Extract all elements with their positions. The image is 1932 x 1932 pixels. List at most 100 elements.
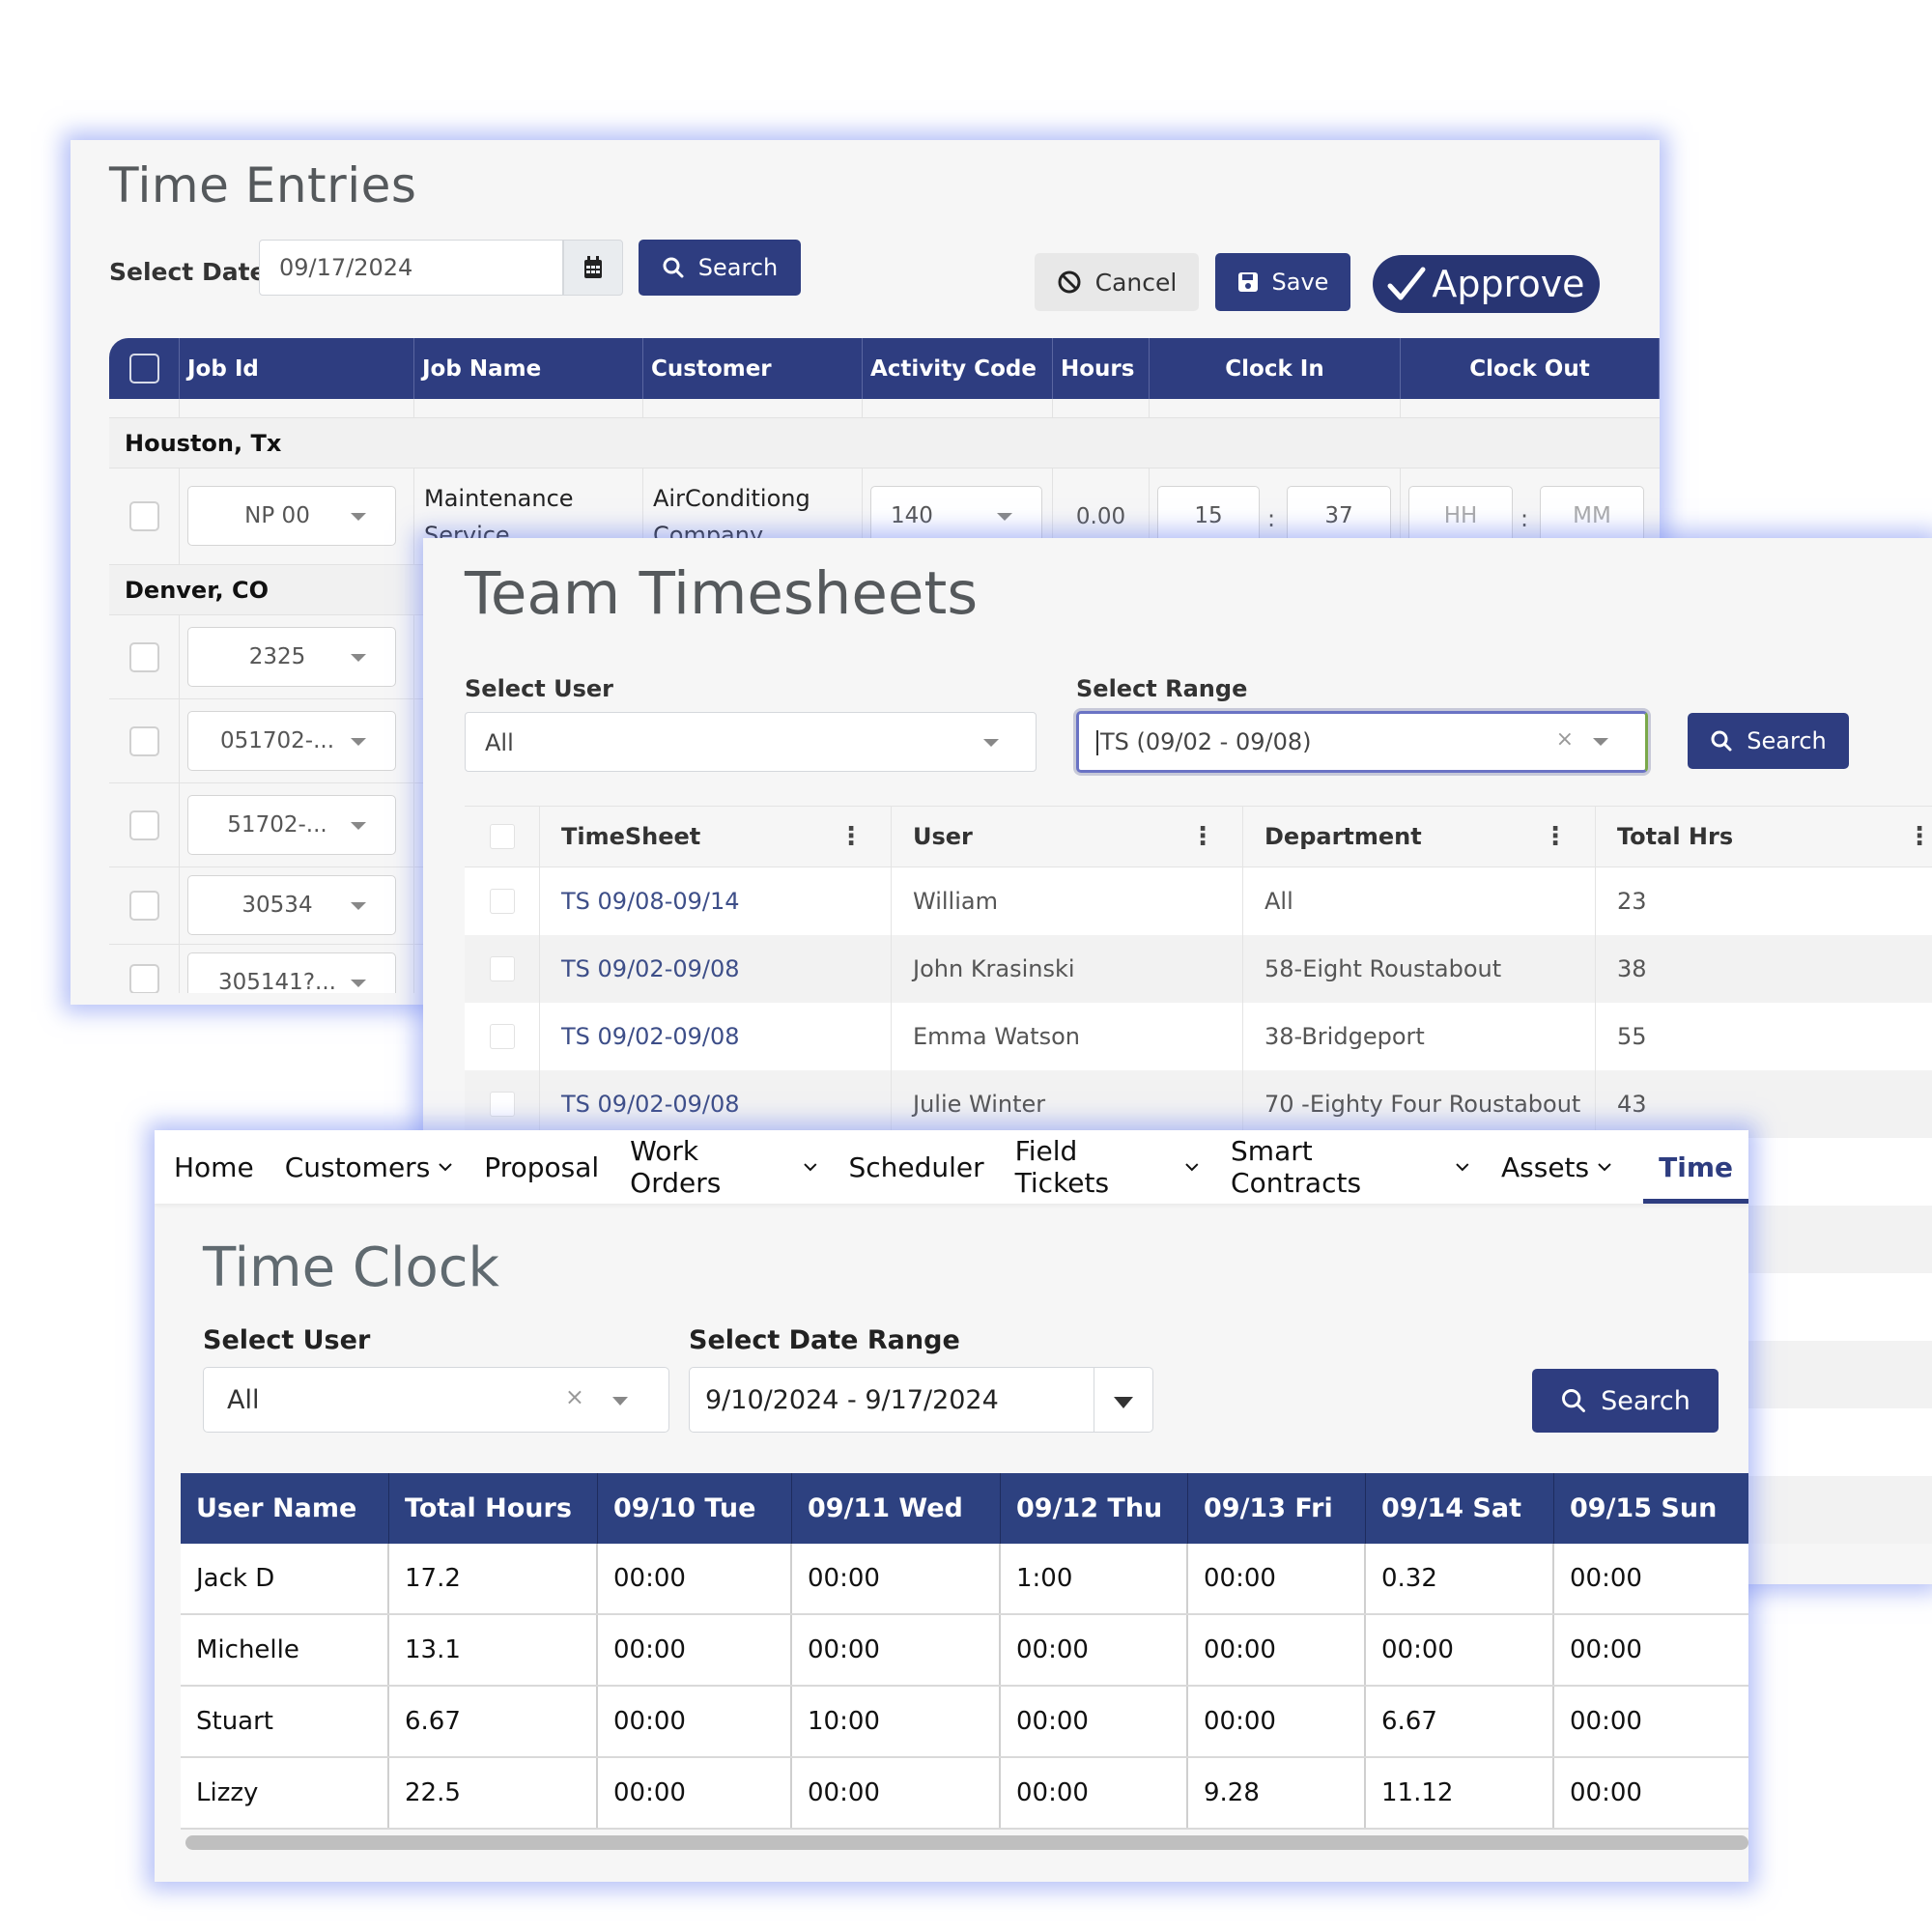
caret-down-icon bbox=[983, 739, 999, 747]
department: All bbox=[1243, 867, 1596, 935]
nav-item-time[interactable]: Time bbox=[1643, 1130, 1748, 1204]
save-icon bbox=[1237, 272, 1258, 292]
col-header-timesheet[interactable]: TimeSheet bbox=[561, 823, 700, 850]
clock-out-hour-input[interactable]: HH bbox=[1408, 486, 1513, 546]
caret-down-icon[interactable] bbox=[612, 1397, 628, 1406]
clock-out-minute-input[interactable]: MM bbox=[1540, 486, 1644, 546]
table-row: Lizzy 22.5 00:00 00:00 00:00 9.28 11.12 … bbox=[181, 1758, 1748, 1830]
caret-down-icon bbox=[997, 513, 1012, 521]
nav-item-smart-contracts[interactable]: Smart Contracts bbox=[1231, 1130, 1470, 1204]
select-user-dropdown[interactable]: All × bbox=[203, 1367, 669, 1433]
table-row[interactable]: TS 09/08-09/14 William All 23 bbox=[465, 867, 1932, 935]
col-header-total-hrs[interactable]: Total Hrs bbox=[1617, 823, 1733, 850]
row-checkbox[interactable] bbox=[128, 891, 159, 921]
nav-item-assets[interactable]: Assets bbox=[1501, 1130, 1612, 1204]
grid-header: Job Id Job Name Customer Activity Code H… bbox=[109, 338, 1660, 399]
search-button[interactable]: Search bbox=[1532, 1369, 1719, 1433]
col-header-job-name[interactable]: Job Name bbox=[414, 338, 643, 399]
day-hours: 00:00 bbox=[1570, 1564, 1642, 1593]
activity-code-select[interactable]: 140 bbox=[870, 486, 1042, 546]
row-checkbox[interactable] bbox=[489, 1024, 515, 1049]
search-button[interactable]: Search bbox=[1688, 713, 1849, 769]
timesheet-link[interactable]: TS 09/02-09/08 bbox=[540, 935, 892, 1003]
col-header-user[interactable]: User bbox=[913, 823, 973, 850]
column-menu-icon[interactable]: ⋮ bbox=[838, 824, 864, 849]
row-checkbox[interactable] bbox=[128, 964, 159, 993]
table-row[interactable]: TS 09/02-09/08 Julie Winter 70 -Eighty F… bbox=[465, 1070, 1932, 1138]
col-header-customer[interactable]: Customer bbox=[643, 338, 863, 399]
cancel-button[interactable]: Cancel bbox=[1035, 253, 1199, 311]
row-checkbox[interactable] bbox=[128, 810, 159, 840]
col-header-department[interactable]: Department bbox=[1264, 823, 1422, 850]
col-header-day[interactable]: 09/10 Tue bbox=[598, 1473, 792, 1544]
date-range-dropdown[interactable]: 9/10/2024 - 9/17/2024 bbox=[689, 1367, 1153, 1433]
timesheet-link[interactable]: TS 09/02-09/08 bbox=[540, 1070, 892, 1138]
timesheet-link[interactable]: TS 09/08-09/14 bbox=[540, 867, 892, 935]
total-hours: 22.5 bbox=[389, 1758, 598, 1828]
table-row[interactable]: TS 09/02-09/08 Emma Watson 38-Bridgeport… bbox=[465, 1003, 1932, 1070]
table-row: Jack D 17.2 00:00 00:00 1:00 00:00 0.32 … bbox=[181, 1544, 1748, 1615]
chevron-down-icon bbox=[439, 1163, 453, 1172]
table-header: TimeSheet ⋮ User ⋮ Department ⋮ Total Hrs ⋮ bbox=[465, 806, 1932, 867]
approve-button[interactable]: Approve bbox=[1373, 255, 1600, 313]
col-header-day[interactable]: 09/12 Thu bbox=[1001, 1473, 1188, 1544]
job-id-select[interactable]: 051702-... bbox=[187, 711, 396, 771]
user-name: John Krasinski bbox=[892, 935, 1243, 1003]
col-header-job-id[interactable]: Job Id bbox=[180, 338, 414, 399]
column-menu-icon[interactable]: ⋮ bbox=[1907, 824, 1932, 849]
row-checkbox[interactable] bbox=[128, 501, 159, 531]
job-id-select[interactable]: NP 00 bbox=[187, 486, 396, 546]
col-header-activity-code[interactable]: Activity Code bbox=[863, 338, 1053, 399]
select-all-checkbox[interactable] bbox=[128, 354, 159, 384]
col-header-total-hours[interactable]: Total Hours bbox=[389, 1473, 598, 1544]
select-user-dropdown[interactable]: All bbox=[465, 712, 1037, 772]
caret-down-icon[interactable] bbox=[1593, 738, 1608, 746]
select-user-label: Select User bbox=[465, 675, 614, 702]
search-icon bbox=[1562, 1389, 1586, 1412]
nav-item-scheduler[interactable]: Scheduler bbox=[848, 1130, 983, 1204]
day-hours: 00:00 bbox=[792, 1544, 1001, 1613]
clock-in-minute-input[interactable]: 37 bbox=[1287, 486, 1391, 546]
calendar-button[interactable] bbox=[563, 240, 623, 296]
col-header-day[interactable]: 09/15 Sun bbox=[1554, 1473, 1748, 1544]
row-checkbox[interactable] bbox=[489, 1092, 515, 1117]
nav-item-home[interactable]: Home bbox=[174, 1130, 254, 1204]
horizontal-scrollbar[interactable] bbox=[185, 1835, 1748, 1850]
col-header-user-name[interactable]: User Name bbox=[181, 1473, 389, 1544]
save-button[interactable]: Save bbox=[1215, 253, 1350, 311]
day-hours: 00:00 bbox=[1570, 1778, 1642, 1807]
day-hours: 1:00 bbox=[1001, 1544, 1188, 1613]
select-all-checkbox[interactable] bbox=[489, 824, 515, 849]
col-header-day[interactable]: 09/13 Fri bbox=[1188, 1473, 1366, 1544]
col-header-clock-in[interactable]: Clock In bbox=[1150, 338, 1401, 399]
nav-item-work-orders[interactable]: Work Orders bbox=[630, 1130, 817, 1204]
timesheet-link[interactable]: TS 09/02-09/08 bbox=[540, 1003, 892, 1070]
row-checkbox[interactable] bbox=[128, 725, 159, 756]
date-input[interactable]: 09/17/2024 bbox=[259, 240, 563, 296]
caret-down-icon[interactable] bbox=[1114, 1397, 1133, 1408]
col-header-day[interactable]: 09/11 Wed bbox=[792, 1473, 1001, 1544]
clear-icon[interactable]: × bbox=[1556, 727, 1574, 752]
column-menu-icon[interactable]: ⋮ bbox=[1190, 824, 1215, 849]
clock-in-hour-input[interactable]: 15 bbox=[1157, 486, 1260, 546]
job-id-select[interactable]: 51702-... bbox=[187, 795, 396, 855]
user-name: Jack D bbox=[181, 1544, 389, 1613]
search-button[interactable]: Search bbox=[639, 240, 801, 296]
user-name: Emma Watson bbox=[892, 1003, 1243, 1070]
column-menu-icon[interactable]: ⋮ bbox=[1543, 824, 1568, 849]
table-row[interactable]: TS 09/02-09/08 John Krasinski 58-Eight R… bbox=[465, 935, 1932, 1003]
job-id-select[interactable]: 2325 bbox=[187, 627, 396, 687]
nav-item-field-tickets[interactable]: Field Tickets bbox=[1015, 1130, 1200, 1204]
clear-icon[interactable]: × bbox=[565, 1383, 584, 1410]
nav-item-customers[interactable]: Customers bbox=[285, 1130, 454, 1204]
nav-item-proposal[interactable]: Proposal bbox=[484, 1130, 599, 1204]
col-header-clock-out[interactable]: Clock Out bbox=[1401, 338, 1660, 399]
row-checkbox[interactable] bbox=[128, 641, 159, 672]
row-checkbox[interactable] bbox=[489, 889, 515, 914]
select-range-input[interactable]: TS (09/02 - 09/08) × bbox=[1076, 711, 1648, 773]
row-checkbox[interactable] bbox=[489, 956, 515, 981]
job-id-select[interactable]: 305141?... bbox=[187, 952, 396, 993]
job-id-select[interactable]: 30534 bbox=[187, 875, 396, 935]
col-header-hours[interactable]: Hours bbox=[1053, 338, 1150, 399]
col-header-day[interactable]: 09/14 Sat bbox=[1366, 1473, 1554, 1544]
